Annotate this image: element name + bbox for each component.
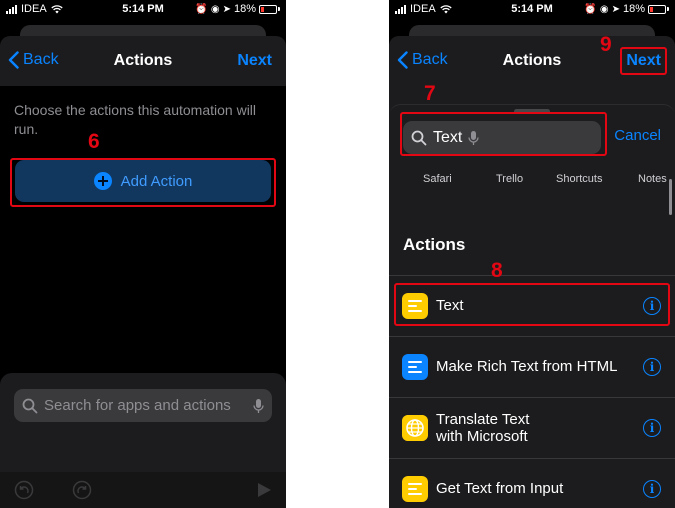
action-label: Translate Text with Microsoft (436, 410, 530, 445)
action-row-translate[interactable]: Translate Text with Microsoft i (389, 397, 675, 457)
actions-sheet: Back Actions Next Text Cancel Safari Tre… (389, 36, 675, 508)
next-button[interactable]: Next (626, 52, 661, 70)
rotation-lock-icon: ◉ (599, 3, 609, 15)
action-label: Get Text from Input (436, 480, 564, 497)
battery-icon (259, 4, 280, 14)
search-icon (22, 398, 38, 413)
plus-circle-icon (93, 172, 112, 190)
annotation-step-8: 8 (491, 259, 503, 282)
action-row-text[interactable]: Text i (389, 275, 675, 335)
annotation-step-7: 7 (424, 82, 436, 105)
play-icon[interactable] (254, 480, 274, 500)
info-icon[interactable]: i (643, 296, 661, 315)
category-strip: Safari Trello Shortcuts Notes (389, 173, 675, 189)
navigation-bar: Back Actions Next (389, 36, 675, 86)
search-icon (411, 130, 427, 145)
back-label: Back (23, 51, 59, 68)
search-placeholder: Search for apps and actions (44, 397, 231, 414)
globe-icon (402, 414, 428, 441)
info-icon[interactable]: i (643, 418, 661, 437)
category-safari[interactable]: Safari (423, 173, 452, 185)
info-icon[interactable]: i (643, 479, 661, 498)
text-document-icon (402, 475, 428, 502)
location-icon: ➤ (222, 3, 231, 15)
location-icon: ➤ (611, 3, 620, 15)
next-button[interactable]: Next (237, 52, 272, 70)
category-notes[interactable]: Notes (638, 173, 667, 185)
right-phone-screen: IDEA 5:14 PM ⏰ ◉ ➤ 18% Back Actions Next… (389, 0, 675, 508)
alarm-icon: ⏰ (584, 3, 597, 15)
text-document-icon (402, 292, 428, 319)
chevron-left-icon (397, 51, 408, 69)
search-value: Text (433, 128, 463, 146)
back-label: Back (412, 51, 448, 68)
add-action-label: Add Action (120, 172, 193, 190)
category-shortcuts[interactable]: Shortcuts (556, 173, 602, 185)
category-trello[interactable]: Trello (496, 173, 523, 185)
action-row-rich-text[interactable]: Make Rich Text from HTML i (389, 336, 675, 396)
back-button[interactable]: Back (397, 51, 448, 69)
battery-percent: 18% (233, 3, 256, 15)
editor-toolbar (0, 472, 286, 508)
scroll-indicator (669, 179, 672, 215)
status-bar: IDEA 5:14 PM ⏰ ◉ ➤ 18% (389, 0, 675, 20)
cancel-button[interactable]: Cancel (614, 127, 661, 144)
add-action-button[interactable]: Add Action (15, 160, 271, 202)
action-row-get-text[interactable]: Get Text from Input i (389, 458, 675, 508)
battery-percent: 18% (622, 3, 645, 15)
annotation-step-9: 9 (600, 33, 612, 56)
rich-text-icon (402, 353, 428, 380)
instructions-text: Choose the actions this automation will … (14, 102, 257, 137)
info-icon[interactable]: i (643, 357, 661, 376)
undo-icon[interactable] (14, 480, 34, 500)
alarm-icon: ⏰ (195, 3, 208, 15)
navigation-bar: Back Actions Next (0, 36, 286, 86)
microphone-icon[interactable] (468, 130, 479, 146)
left-phone-screen: IDEA 5:14 PM ⏰ ◉ ➤ 18% Back Actions Next… (0, 0, 286, 508)
status-bar: IDEA 5:14 PM ⏰ ◉ ➤ 18% (0, 0, 286, 20)
section-title: Actions (403, 235, 466, 254)
search-input[interactable]: Search for apps and actions (14, 389, 272, 422)
action-search-panel: Search for apps and actions (0, 373, 286, 508)
action-label: Make Rich Text from HTML (436, 358, 618, 375)
chevron-left-icon (8, 51, 19, 69)
back-button[interactable]: Back (8, 51, 59, 69)
action-label: Text (436, 297, 464, 314)
microphone-icon[interactable] (253, 398, 264, 414)
rotation-lock-icon: ◉ (210, 3, 220, 15)
sheet-grabber[interactable] (514, 109, 550, 114)
search-input[interactable]: Text (403, 121, 601, 154)
battery-icon (648, 4, 669, 14)
annotation-step-6: 6 (88, 130, 100, 153)
redo-icon[interactable] (72, 480, 92, 500)
action-library-panel: Text Cancel Safari Trello Shortcuts Note… (389, 104, 675, 508)
